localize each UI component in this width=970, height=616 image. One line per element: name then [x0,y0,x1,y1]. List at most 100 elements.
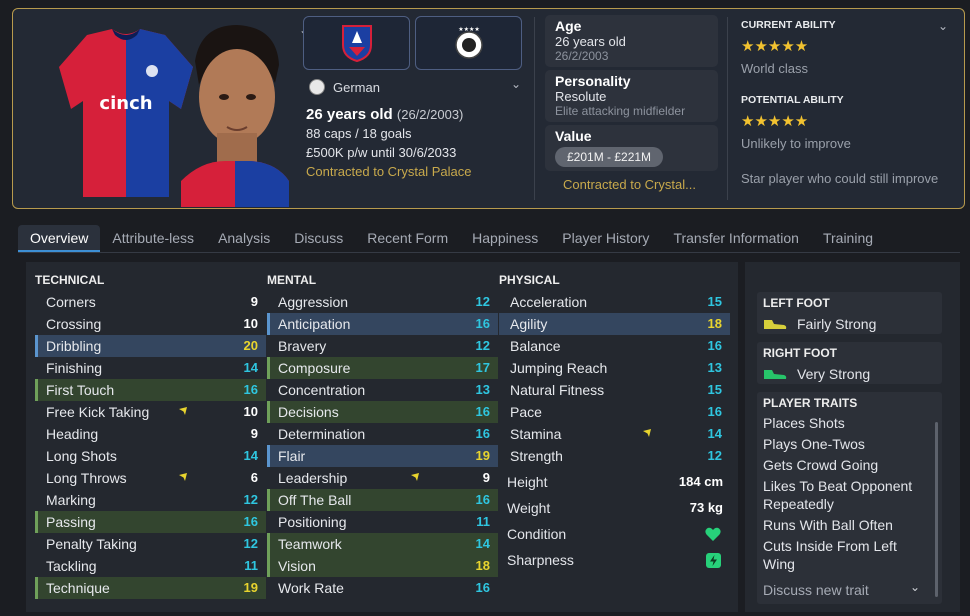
attribute-name: Off The Ball [278,492,352,508]
attribute-row[interactable]: Pace 16 [499,401,730,423]
attribute-value: 14 [707,426,722,441]
chevron-down-icon[interactable]: ⌄ [910,580,920,594]
attribute-row[interactable]: Concentration 13 [267,379,498,401]
attribute-value: 17 [475,360,490,375]
age-value: 26 years old [555,34,626,49]
value-range-pill[interactable]: £201M - £221M [555,147,664,167]
height-label: Height [507,474,548,490]
weight-value: 73 kg [689,500,723,515]
attribute-value: 16 [243,382,258,397]
tab-transfer-information[interactable]: Transfer Information [661,225,811,252]
attribute-value: 14 [243,360,258,375]
attribute-name: Positioning [278,514,347,530]
trait-item[interactable]: Runs With Ball Often [763,516,928,534]
attribute-name: Agility [510,316,548,332]
attribute-row[interactable]: Technique 19 [35,577,266,599]
traits-scrollbar[interactable] [935,422,938,597]
attribute-row[interactable]: Free Kick Taking 10 [35,401,266,423]
sharpness-label: Sharpness [507,552,574,568]
discuss-trait-link[interactable]: Discuss new trait [763,582,869,598]
player-traits-box: PLAYER TRAITS Places Shots Plays One-Twos… [757,392,942,604]
attribute-row[interactable]: Bravery 12 [267,335,498,357]
attribute-name: Flair [278,448,306,464]
attribute-name: Natural Fitness [510,382,605,398]
attribute-row[interactable]: Aggression 12 [267,291,498,313]
attribute-row[interactable]: Marking 12 [35,489,266,511]
crystal-palace-crest-icon [341,25,372,63]
attribute-value: 6 [250,470,258,485]
attribute-value: 18 [475,558,490,573]
profile-tabs: Overview Attribute-less Analysis Discuss Rec… [18,225,885,252]
attribute-row[interactable]: Penalty Taking 12 [35,533,266,555]
attribute-row[interactable]: Decisions 16 [267,401,498,423]
attribute-name: Dribbling [46,338,102,354]
attribute-row[interactable]: First Touch 16 [35,379,266,401]
contract-short-link[interactable]: Contracted to Crystal... [545,174,718,192]
attribute-value: 16 [475,580,490,595]
trait-item[interactable]: Gets Crowd Going [763,456,928,474]
attribute-row[interactable]: Finishing 14 [35,357,266,379]
national-team-badge-button[interactable]: ★★★★ [415,16,522,70]
attribute-value: 12 [475,294,490,309]
club-badge-button[interactable] [303,16,410,70]
trait-item[interactable]: Likes To Beat Opponent Repeatedly [763,477,928,513]
attribute-row[interactable]: Balance 16 [499,335,730,357]
tab-training[interactable]: Training [811,225,885,252]
attribute-row[interactable]: Anticipation 16 [267,313,498,335]
attribute-value: 16 [475,316,490,331]
attribute-row[interactable]: Positioning 11 [267,511,498,533]
attribute-row[interactable]: Long Throws 6 [35,467,266,489]
attribute-row[interactable]: Leadership 9 [267,467,498,489]
tab-player-history[interactable]: Player History [550,225,661,252]
sharpness-icon [706,553,721,568]
tab-happiness[interactable]: Happiness [460,225,550,252]
attribute-name: Vision [278,558,316,574]
attribute-row[interactable]: Dribbling 20 [35,335,266,357]
attribute-row[interactable]: Crossing 10 [35,313,266,335]
attribute-value: 19 [475,448,490,463]
attribute-row[interactable]: Strength 12 [499,445,730,467]
attribute-name: First Touch [46,382,115,398]
trait-item[interactable]: Plays One-Twos [763,435,928,453]
attribute-row[interactable]: Long Shots 14 [35,445,266,467]
chevron-down-icon[interactable]: ⌄ [938,19,948,33]
trait-item[interactable]: Cuts Inside From Left Wing [763,537,928,573]
tab-attribute-less[interactable]: Attribute-less [100,225,206,252]
attribute-row[interactable]: Heading 9 [35,423,266,445]
attribute-name: Penalty Taking [46,536,137,552]
attribute-row[interactable]: Work Rate 16 [267,577,498,599]
attribute-row[interactable]: Agility 18 [499,313,730,335]
tab-analysis[interactable]: Analysis [206,225,282,252]
attribute-name: Aggression [278,294,349,310]
attribute-row[interactable]: Natural Fitness 15 [499,379,730,401]
attribute-row[interactable]: Stamina 14 [499,423,730,445]
divider [727,17,728,200]
germany-flag-icon [309,79,325,95]
tab-overview[interactable]: Overview [18,225,101,252]
tab-recent-form[interactable]: Recent Form [355,225,460,252]
trait-item[interactable]: Places Shots [763,414,928,432]
attribute-row[interactable]: Composure 17 [267,357,498,379]
attribute-row[interactable]: Acceleration 15 [499,291,730,313]
contract-club-link[interactable]: Contracted to Crystal Palace [306,162,471,181]
attribute-row[interactable]: Teamwork 14 [267,533,498,555]
attribute-row[interactable]: Corners 9 [35,291,266,313]
attribute-row[interactable]: Determination 16 [267,423,498,445]
attribute-row[interactable]: Flair 19 [267,445,498,467]
chevron-down-icon[interactable]: ⌄ [511,77,521,91]
condition-label: Condition [507,526,567,542]
attribute-row[interactable]: Jumping Reach 13 [499,357,730,379]
technical-header: TECHNICAL [35,273,105,287]
personality-box: Personality Resolute Elite attacking mid… [545,70,718,122]
attribute-value: 10 [243,316,258,331]
attribute-row[interactable]: Tackling 11 [35,555,266,577]
tab-discuss[interactable]: Discuss [282,225,355,252]
mental-header: MENTAL [267,273,317,287]
weight-label: Weight [507,500,551,516]
attribute-value: 15 [707,294,722,309]
attribute-row[interactable]: Off The Ball 16 [267,489,498,511]
player-header: cinch ⌄ ★★★★ German ⌄ 26 years old (26/2… [12,8,965,209]
attribute-row[interactable]: Passing 16 [35,511,266,533]
attribute-row[interactable]: Vision 18 [267,555,498,577]
nationality-label: German [333,79,380,95]
